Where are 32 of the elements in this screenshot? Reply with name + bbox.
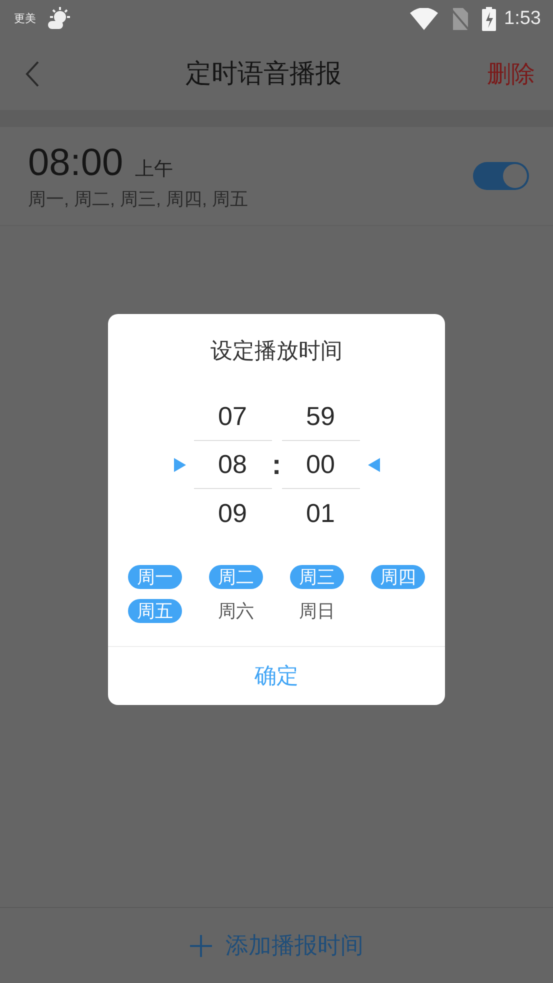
weekday-chip[interactable]: 周二 <box>209 565 263 589</box>
no-sim-icon <box>450 6 470 30</box>
clock-time: 1:53 <box>504 8 541 30</box>
weekday-chip[interactable]: 周四 <box>371 565 425 589</box>
right-pointer-icon <box>174 458 186 472</box>
left-pointer-icon <box>368 458 380 472</box>
hour-option[interactable]: 07 <box>194 392 272 440</box>
weekday-chip[interactable]: 周六 <box>209 599 263 623</box>
repeat-days: 周一, 周二, 周三, 周四, 周五 <box>28 186 473 210</box>
page-title: 定时语音播报 <box>184 57 342 90</box>
toggle-switch[interactable] <box>473 162 529 190</box>
weather-icon <box>46 6 72 32</box>
weekday-chip[interactable]: 周三 <box>290 565 344 589</box>
carrier-label: 更美 <box>14 12 36 26</box>
schedule-time: 08:00 <box>28 142 124 184</box>
wifi-icon <box>410 8 438 30</box>
period-label: 上午 <box>135 158 174 182</box>
time-separator: : <box>272 448 282 480</box>
back-icon[interactable] <box>24 60 40 88</box>
hour-option[interactable]: 08 <box>194 440 272 489</box>
battery-charging-icon <box>482 6 496 30</box>
plus-icon <box>190 934 212 956</box>
minute-option[interactable]: 01 <box>282 489 360 537</box>
minute-option[interactable]: 59 <box>282 392 360 440</box>
confirm-button[interactable]: 确定 <box>108 646 445 705</box>
dialog-title: 设定播放时间 <box>210 337 342 365</box>
delete-button[interactable]: 删除 <box>487 58 535 90</box>
hour-option[interactable]: 09 <box>194 489 272 537</box>
weekday-chip[interactable]: 周日 <box>290 599 344 623</box>
minute-option[interactable]: 00 <box>282 440 360 489</box>
weekday-chip[interactable]: 周一 <box>128 565 182 589</box>
weekday-chip[interactable]: 周五 <box>128 599 182 623</box>
